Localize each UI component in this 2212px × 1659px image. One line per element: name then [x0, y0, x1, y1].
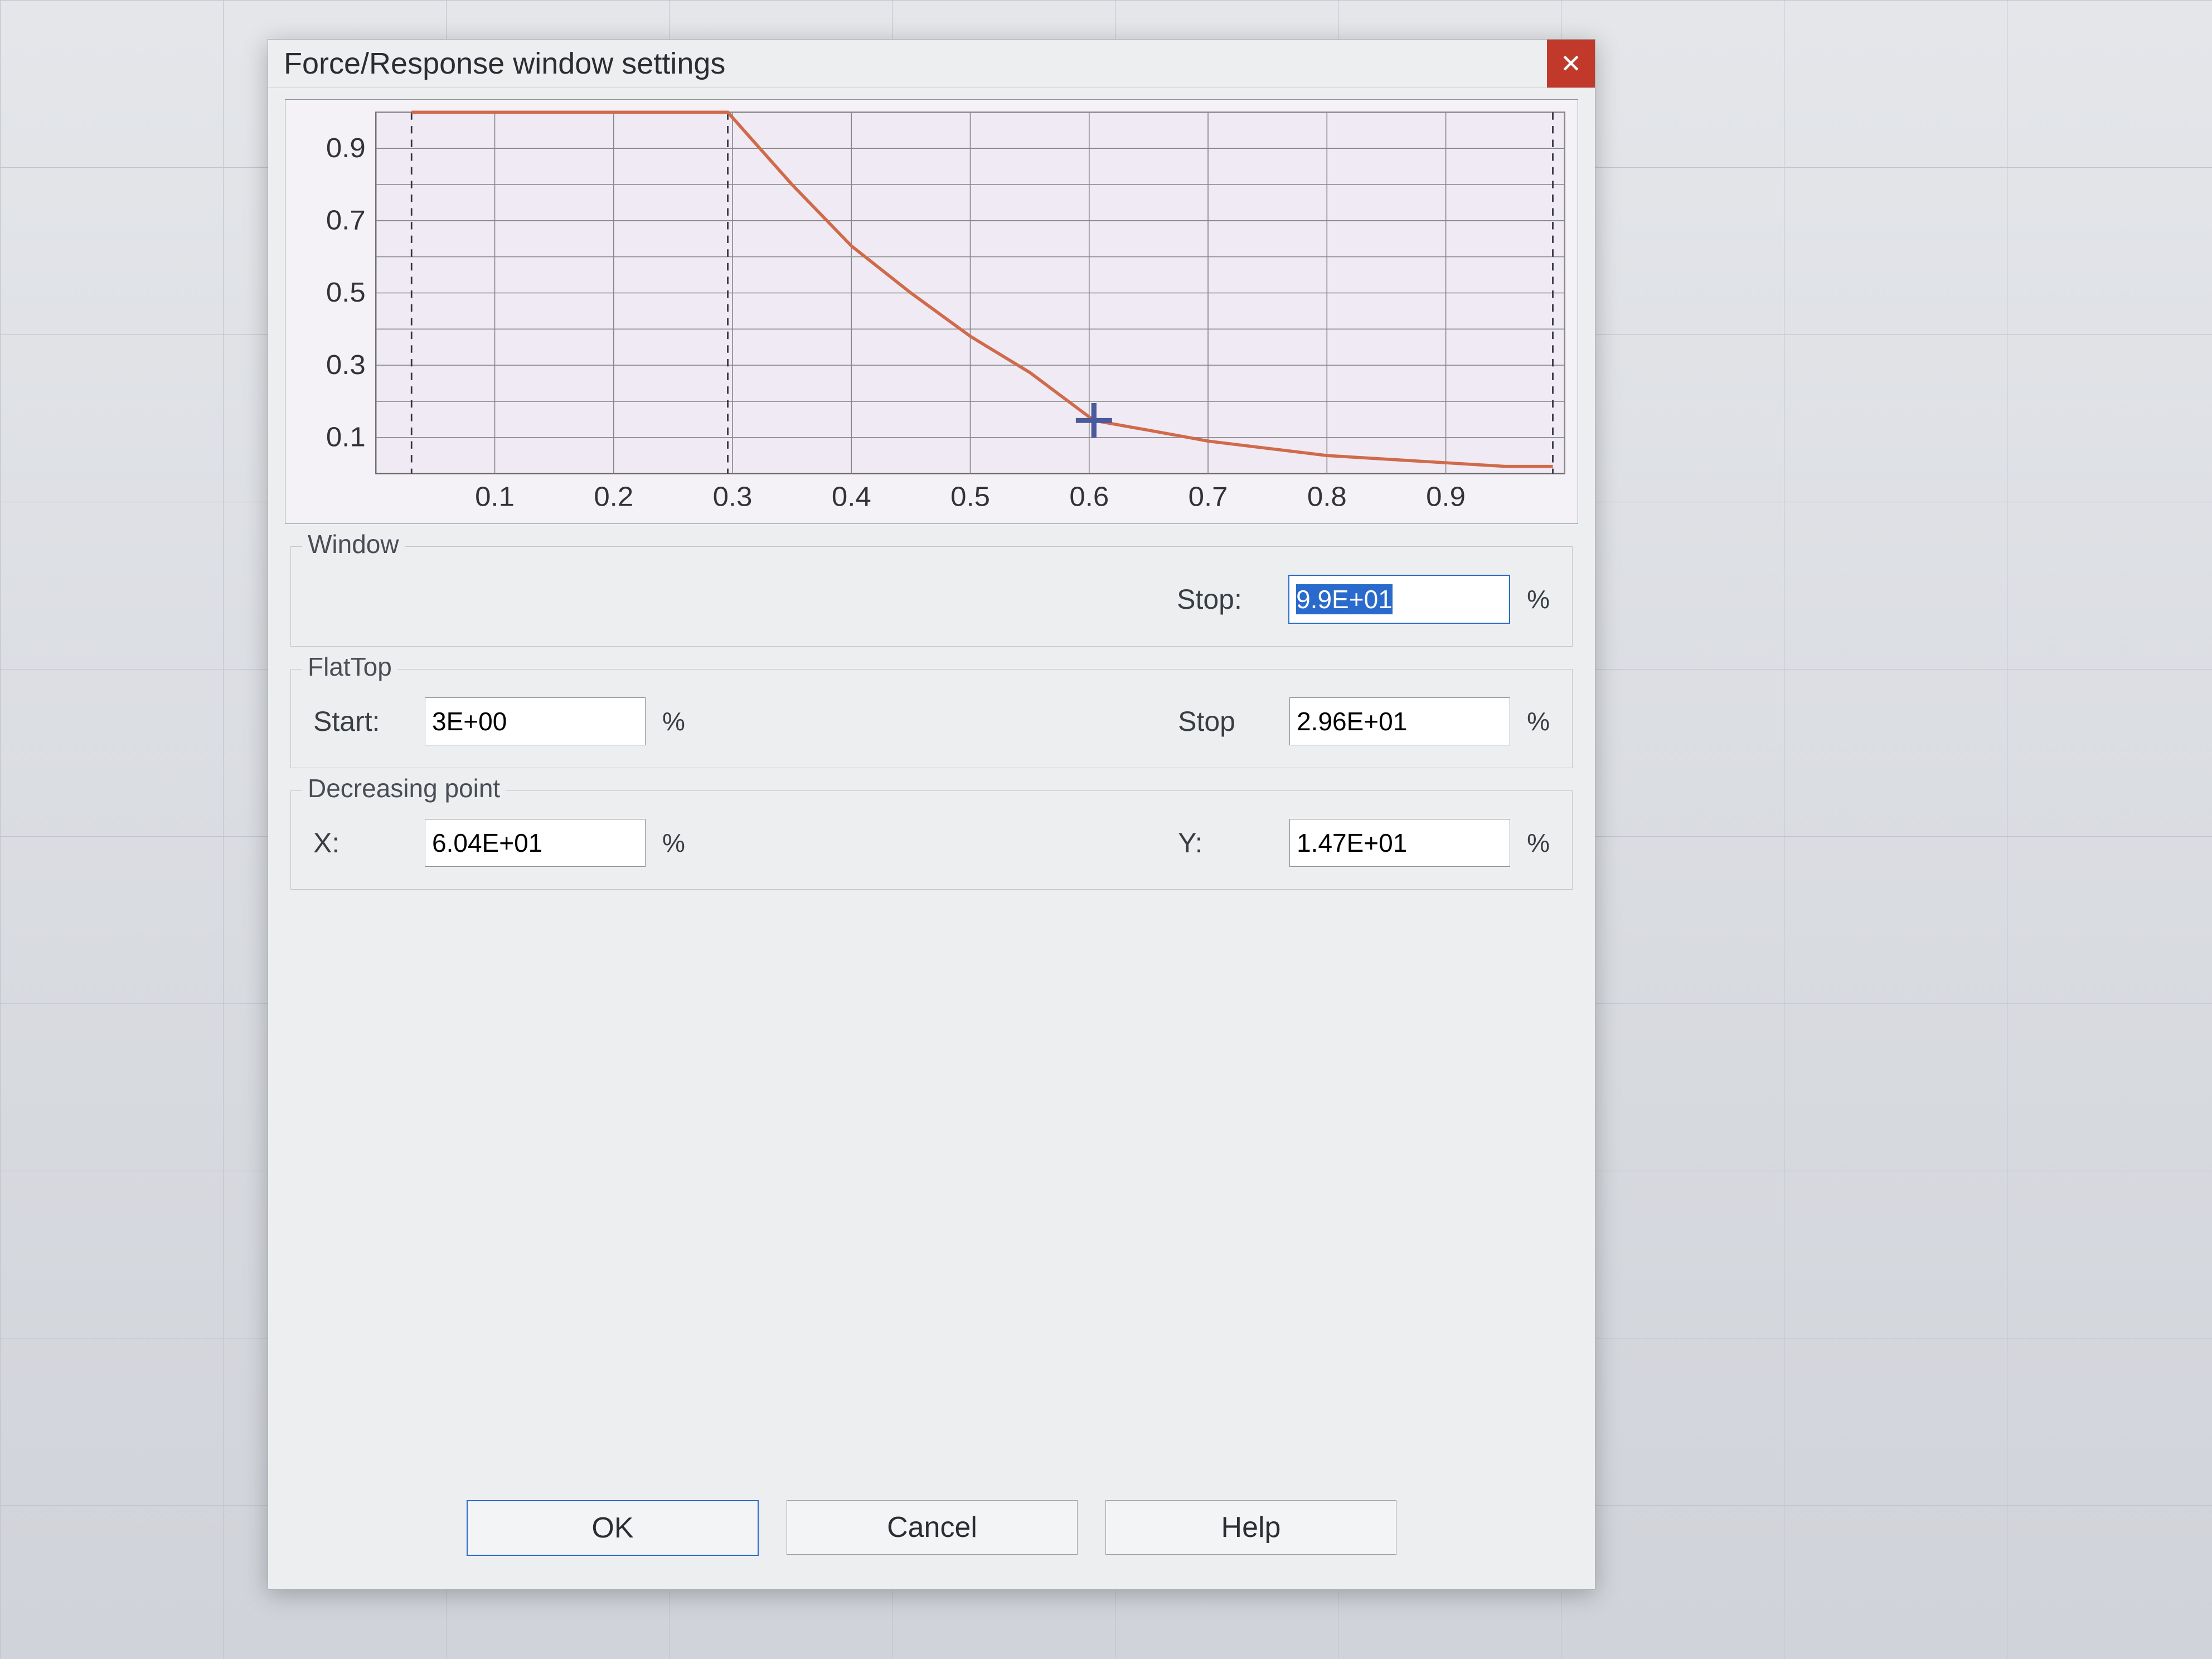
help-button[interactable]: Help	[1105, 1500, 1396, 1555]
titlebar[interactable]: Force/Response window settings ✕	[268, 40, 1595, 88]
group-legend: FlatTop	[302, 652, 397, 682]
cancel-button[interactable]: Cancel	[787, 1500, 1078, 1555]
window-stop-input[interactable]	[1288, 575, 1510, 624]
svg-text:0.8: 0.8	[1307, 482, 1347, 512]
svg-text:0.7: 0.7	[1189, 482, 1228, 512]
decreasing-x-input[interactable]	[425, 819, 646, 867]
decreasing-x-unit: %	[662, 828, 685, 858]
decreasing-y-input[interactable]	[1289, 819, 1510, 867]
settings-dialog: Force/Response window settings ✕ 0.10.30…	[268, 39, 1595, 1590]
decreasing-y-label: Y:	[1178, 827, 1273, 859]
close-button[interactable]: ✕	[1547, 40, 1595, 88]
svg-text:0.4: 0.4	[832, 482, 871, 512]
svg-text:0.1: 0.1	[475, 482, 515, 512]
decreasing-x-label: X:	[313, 827, 408, 859]
flattop-stop-label: Stop	[1178, 705, 1273, 738]
flattop-start-unit: %	[662, 706, 685, 736]
decreasing-y-unit: %	[1527, 828, 1550, 858]
ok-button[interactable]: OK	[467, 1500, 759, 1556]
window-preview-chart: 0.1 0.3 0.5 0.7 0.9 0.1 0.2 0.3 0.4 0.5 0.6 0.7 0.8 0…	[285, 99, 1578, 524]
svg-text:0.5: 0.5	[950, 482, 990, 512]
svg-text:0.1: 0.1	[326, 421, 366, 452]
window-stop-unit: %	[1527, 584, 1550, 614]
group-legend: Decreasing point	[302, 773, 506, 803]
flattop-stop-input[interactable]	[1289, 697, 1510, 745]
svg-text:0.3: 0.3	[713, 482, 753, 512]
svg-text:0.9: 0.9	[326, 133, 366, 163]
svg-text:0.5: 0.5	[326, 277, 366, 308]
flattop-start-input[interactable]	[425, 697, 646, 745]
group-flattop: FlatTop Start: % Stop %	[290, 669, 1573, 768]
flattop-stop-unit: %	[1527, 706, 1550, 736]
dialog-title: Force/Response window settings	[284, 46, 725, 81]
group-window: Window Stop: %	[290, 546, 1573, 647]
flattop-start-label: Start:	[313, 705, 408, 738]
svg-text:0.3: 0.3	[326, 350, 366, 380]
svg-text:0.2: 0.2	[594, 482, 633, 512]
group-legend: Window	[302, 529, 405, 559]
dialog-buttons: OK Cancel Help	[268, 1500, 1595, 1556]
window-stop-label: Stop:	[1177, 583, 1272, 615]
close-icon: ✕	[1560, 48, 1582, 79]
svg-text:0.7: 0.7	[326, 205, 366, 235]
svg-text:0.9: 0.9	[1426, 482, 1466, 512]
svg-text:0.6: 0.6	[1069, 482, 1109, 512]
group-decreasing-point: Decreasing point X: % Y: %	[290, 790, 1573, 890]
